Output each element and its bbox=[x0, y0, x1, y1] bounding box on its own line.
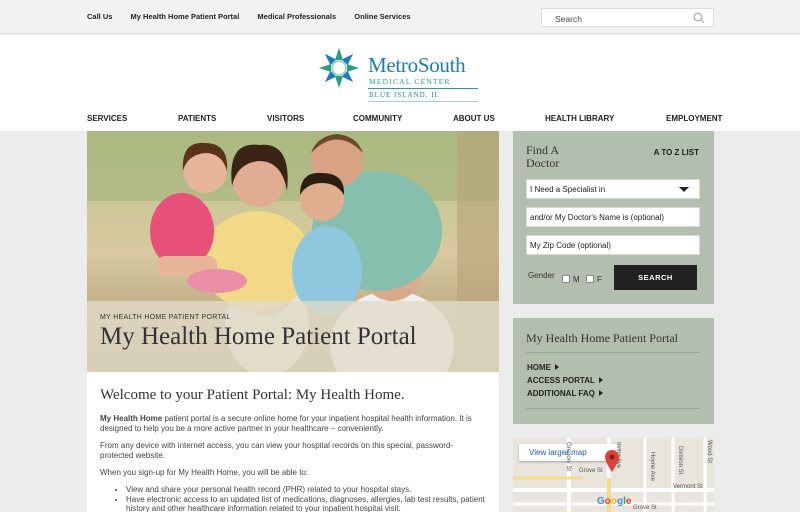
hero-banner: MY HEALTH HOME PATIENT PORTAL My Health … bbox=[87, 131, 499, 372]
logo-subtitle: MEDICAL CENTER bbox=[369, 77, 451, 86]
nav-services[interactable]: SERVICES bbox=[87, 114, 127, 123]
male-label: M bbox=[573, 275, 580, 284]
arrow-right-icon bbox=[598, 390, 603, 396]
article-intro: My Health Home patient portal is a secur… bbox=[100, 414, 486, 434]
arrow-right-icon bbox=[598, 377, 603, 383]
article-signup-text: When you sign-up for My Health Home, you… bbox=[100, 468, 309, 477]
nav-about-us[interactable]: ABOUT US bbox=[453, 114, 495, 123]
online-services-link[interactable]: Online Services bbox=[354, 12, 410, 21]
additional-faq-label: ADDITIONAL FAQ bbox=[527, 389, 595, 398]
map-street-label: Vermont St bbox=[673, 484, 703, 490]
medical-professionals-link[interactable]: Medical Professionals bbox=[257, 12, 336, 21]
a-to-z-link[interactable]: A TO Z LIST bbox=[654, 148, 699, 157]
welcome-article: Welcome to your Patient Portal: My Healt… bbox=[87, 372, 499, 512]
list-item: Have electronic access to an updated lis… bbox=[126, 495, 486, 512]
metrosouth-logo[interactable]: MetroSouth MEDICAL CENTER BLUE ISLAND, I… bbox=[318, 47, 483, 103]
male-checkbox[interactable] bbox=[562, 275, 570, 283]
benefits-list: View and share your personal health reco… bbox=[100, 485, 486, 512]
arrow-right-icon bbox=[555, 364, 559, 370]
zip-code-field[interactable]: My Zip Code (optional) bbox=[526, 235, 700, 255]
utility-links: Call Us My Health Home Patient Portal Me… bbox=[87, 12, 427, 21]
specialist-select-value: I Need a Specialist in bbox=[530, 185, 606, 194]
hero-caption: MY HEALTH HOME PATIENT PORTAL My Health … bbox=[87, 301, 499, 372]
main-nav: SERVICES PATIENTS VISITORS COMMUNITY ABO… bbox=[87, 114, 723, 128]
chevron-down-icon bbox=[679, 187, 689, 192]
additional-faq-link[interactable]: ADDITIONAL FAQ bbox=[527, 389, 603, 398]
site-search bbox=[541, 8, 714, 28]
intro-strong: My Health Home bbox=[100, 414, 163, 423]
logo-location: BLUE ISLAND, IL bbox=[369, 91, 440, 99]
portal-sidebar-box: My Health Home Patient Portal HOME ACCES… bbox=[513, 318, 714, 424]
location-map[interactable]: View larger map Gregory St Grove St Irvi… bbox=[513, 438, 714, 512]
google-logo: Google bbox=[597, 496, 632, 507]
specialist-select[interactable]: I Need a Specialist in bbox=[526, 179, 700, 199]
map-street-label: Hoyne Ave bbox=[649, 452, 655, 481]
hero-kicker: MY HEALTH HOME PATIENT PORTAL bbox=[100, 314, 231, 321]
nav-visitors[interactable]: VISITORS bbox=[267, 114, 304, 123]
logo-name: MetroSouth bbox=[368, 53, 466, 77]
article-device-text: From any device with internet access, yo… bbox=[100, 441, 454, 460]
find-a-doctor-panel: Find A Doctor A TO Z LIST I Need a Speci… bbox=[513, 131, 714, 304]
nav-community[interactable]: COMMUNITY bbox=[353, 114, 402, 123]
star-logo-icon bbox=[319, 48, 359, 88]
portal-home-link[interactable]: HOME bbox=[527, 363, 559, 372]
map-street-label: Wood St bbox=[706, 440, 712, 463]
access-portal-link[interactable]: ACCESS PORTAL bbox=[527, 376, 603, 385]
hero-title: My Health Home Patient Portal bbox=[100, 323, 417, 350]
article-heading: Welcome to your Patient Portal: My Healt… bbox=[100, 387, 405, 403]
nav-patients[interactable]: PATIENTS bbox=[178, 114, 216, 123]
map-street-label: Gregory St bbox=[565, 442, 571, 472]
finder-title: Find A Doctor bbox=[526, 143, 560, 170]
logo-divider bbox=[368, 101, 478, 102]
doctor-name-field[interactable]: and/or My Doctor's Name is (optional) bbox=[526, 207, 700, 227]
nav-employment[interactable]: EMPLOYMENT bbox=[666, 114, 722, 123]
gender-label: Gender bbox=[528, 271, 555, 280]
portal-home-label: HOME bbox=[527, 363, 551, 372]
female-checkbox[interactable] bbox=[586, 275, 594, 283]
utility-bar: Call Us My Health Home Patient Portal Me… bbox=[0, 0, 800, 34]
map-street-label: Grove St bbox=[579, 468, 603, 474]
access-portal-label: ACCESS PORTAL bbox=[527, 376, 595, 385]
list-item: View and share your personal health reco… bbox=[126, 485, 486, 494]
nav-health-library[interactable]: HEALTH LIBRARY bbox=[545, 114, 614, 123]
portal-box-title: My Health Home Patient Portal bbox=[526, 331, 678, 345]
search-icon[interactable] bbox=[693, 12, 705, 24]
divider bbox=[526, 352, 700, 353]
map-street-label: Grove St bbox=[633, 505, 657, 511]
map-pin-icon[interactable] bbox=[605, 450, 619, 472]
female-label: F bbox=[597, 275, 602, 284]
site-header: MetroSouth MEDICAL CENTER BLUE ISLAND, I… bbox=[0, 35, 800, 131]
call-us-link[interactable]: Call Us bbox=[87, 12, 112, 21]
divider bbox=[526, 408, 700, 409]
patient-portal-link[interactable]: My Health Home Patient Portal bbox=[131, 12, 240, 21]
search-input[interactable] bbox=[542, 10, 682, 28]
search-button[interactable]: SEARCH bbox=[614, 265, 697, 290]
logo-divider bbox=[368, 88, 478, 89]
map-street-label: Division St bbox=[677, 446, 683, 475]
